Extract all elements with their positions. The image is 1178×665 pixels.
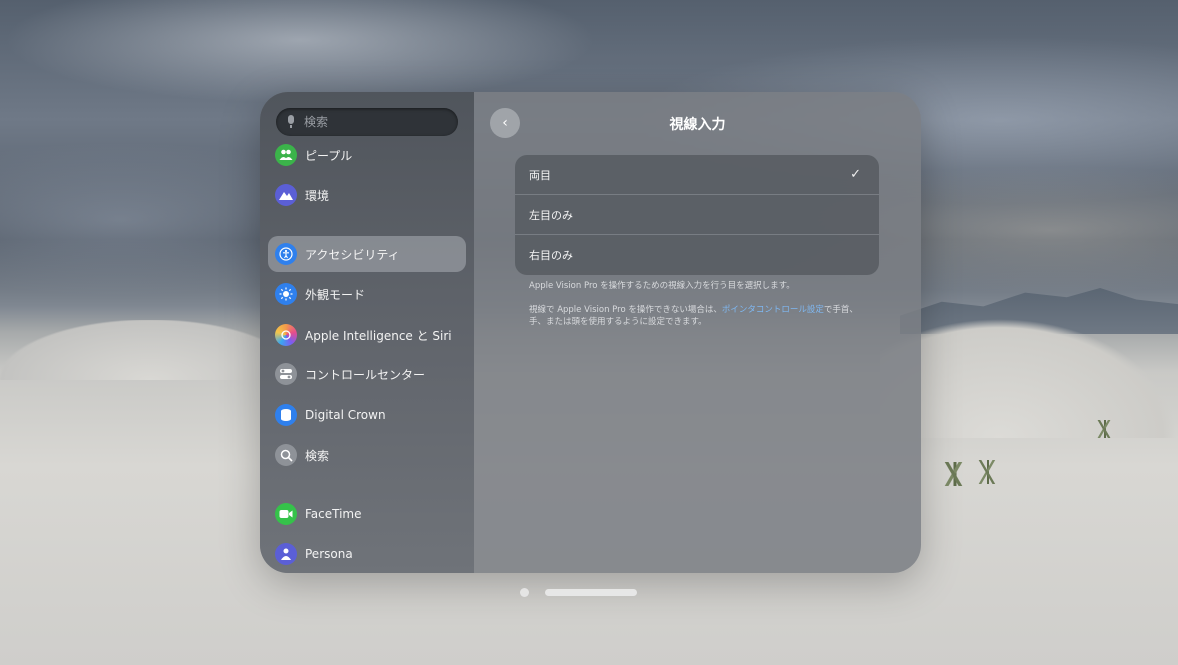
sidebar-item-label: 外観モード [305, 287, 366, 302]
crown-icon [275, 404, 297, 426]
footnote-pointer-control: 視線で Apple Vision Pro を操作できない場合は、ポインタコントロ… [529, 304, 874, 328]
settings-window: ピープル 環境 アクセシビリティ 外観モード Apple Intelligenc [260, 92, 921, 573]
sidebar-item-label: Persona [305, 547, 353, 561]
people-icon [275, 144, 297, 166]
accessibility-icon [275, 243, 297, 265]
option-both-eyes[interactable]: 両目 ✓ [515, 155, 879, 195]
option-label: 両目 [529, 168, 551, 182]
sidebar-item-appearance[interactable]: 外観モード [268, 276, 466, 312]
background-plant [968, 460, 1008, 484]
background-dune-right [880, 318, 1178, 438]
sidebar-item-accessibility[interactable]: アクセシビリティ [268, 236, 466, 272]
sidebar-item-digital-crown[interactable]: Digital Crown [268, 397, 466, 433]
microphone-icon[interactable] [286, 115, 296, 129]
eye-option-list: 両目 ✓ 左目のみ 右目のみ [515, 155, 879, 275]
background-plant [1085, 420, 1125, 438]
sidebar-item-label: FaceTime [305, 507, 362, 521]
sidebar-item-apple-intelligence-siri[interactable]: Apple Intelligence と Siri [268, 317, 466, 353]
sidebar-item-people[interactable]: ピープル [268, 137, 466, 173]
window-grab-bar[interactable] [545, 589, 637, 596]
window-close-dot[interactable] [520, 588, 529, 597]
search-input[interactable] [302, 114, 446, 130]
footnote-text: 視線で Apple Vision Pro を操作できない場合は、 [529, 305, 722, 315]
page-title: 視線入力 [669, 117, 726, 133]
footnote-text: で手首、 [823, 305, 858, 315]
sidebar-item-label: アクセシビリティ [305, 247, 400, 262]
sidebar-item-label: 環境 [305, 188, 330, 203]
sidebar-item-control-center[interactable]: コントロールセンター [268, 356, 466, 392]
sidebar-item-search[interactable]: 検索 [268, 437, 466, 473]
toggle-icon [275, 363, 297, 385]
option-label: 左目のみ [529, 208, 573, 222]
sidebar: ピープル 環境 アクセシビリティ 外観モード Apple Intelligenc [260, 92, 474, 573]
sidebar-item-facetime[interactable]: FaceTime [268, 496, 466, 532]
siri-icon [275, 324, 297, 346]
footnote-description: Apple Vision Pro を操作するための視線入力を行う目を選択します。 [529, 281, 795, 291]
background-dune-left [0, 320, 300, 380]
sidebar-item-label: コントロールセンター [305, 367, 426, 382]
option-left-eye-only[interactable]: 左目のみ [515, 195, 879, 235]
sidebar-item-label: Apple Intelligence と Siri [305, 328, 452, 343]
persona-icon [275, 543, 297, 565]
video-icon [275, 503, 297, 525]
sidebar-item-label: Digital Crown [305, 408, 386, 422]
mountain-icon [275, 184, 297, 206]
option-right-eye-only[interactable]: 右目のみ [515, 235, 879, 275]
magnifier-icon [275, 444, 297, 466]
footnote-text: 手、または頭を使用するように設定できます。 [529, 317, 707, 327]
pointer-control-settings-link[interactable]: ポインタコントロール設定 [722, 305, 824, 315]
detail-pane: ‹ 視線入力 両目 ✓ 左目のみ 右目のみ Apple Vision Pro を… [474, 92, 921, 573]
sidebar-item-persona[interactable]: Persona [268, 536, 466, 572]
sidebar-item-label: ピープル [305, 148, 353, 163]
sun-icon [275, 283, 297, 305]
sidebar-item-label: 検索 [305, 448, 330, 463]
search-bar[interactable] [276, 108, 458, 136]
checkmark-icon: ✓ [850, 167, 861, 182]
sidebar-item-environments[interactable]: 環境 [268, 177, 466, 213]
option-label: 右目のみ [529, 249, 573, 262]
